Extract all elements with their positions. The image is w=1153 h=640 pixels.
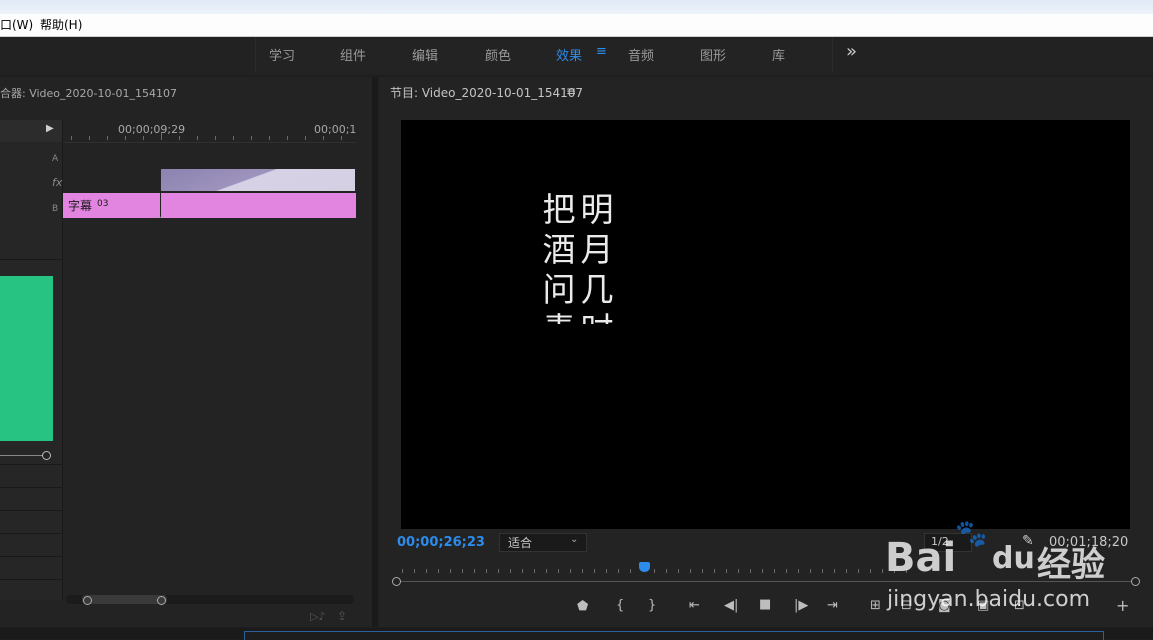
tab-color[interactable]: 颜色 [485,45,511,64]
program-playhead[interactable] [639,562,650,572]
poem-char: 明 [580,190,614,229]
watermark-brand-cn: 经验 [1037,545,1105,585]
fx-icon: fx [52,176,63,189]
watermark-brand-right: du [992,541,1035,576]
workspace-tabs: 学习 组件 编辑 颜色 效果 ≡ 音频 图形 库 [255,37,833,73]
clip-number: 03 [97,199,109,209]
source-panel: 合器: Video_2020-10-01_154107 ▶ 00;00;09;2… [0,77,372,627]
source-panel-title[interactable]: 合器: Video_2020-10-01_154107 [0,85,177,101]
paw-icon: 🐾 [955,519,988,549]
poem-char: 时 [579,310,615,324]
program-panel-title[interactable]: 节目: Video_2020-10-01_154107 [390,84,583,101]
program-menu-icon[interactable]: ≡ [566,84,576,98]
title-clip[interactable]: 字幕 03 [63,193,356,221]
program-video-frame[interactable]: 把 酒 问 青 明 月 几 时 [401,120,1130,529]
zoom-select[interactable]: 适合 ⌄ [499,533,587,552]
poem-char: 月 [580,230,614,269]
zoom-select-value: 适合 [508,536,533,550]
playhead-caret-icon[interactable]: ^ [155,215,163,225]
ruler-timecode-1: 00;00;09;29 [118,123,186,136]
lift-icon[interactable]: ⊞ [870,598,881,613]
color-preview-swatch [0,276,53,441]
overflow-icon[interactable]: » [846,41,857,62]
mark-in-icon[interactable]: { [616,598,624,613]
scrollbar-handle-right[interactable] [157,596,166,605]
workspace-bar: 学习 组件 编辑 颜色 效果 ≡ 音频 图形 库 » [0,37,1153,75]
poem-column-2: 明 月 几 时 [579,190,615,324]
current-timecode[interactable]: 00;00;26;23 [397,535,485,550]
watermark-logo: Bai 🐾 du 经验 jingyan.baidu.com [885,517,1145,617]
add-marker-icon[interactable]: ⬟ [577,599,588,614]
poem-char: 把 [542,190,576,229]
go-to-out-icon[interactable]: ⇥ [827,598,838,613]
slider-track [0,455,44,456]
go-to-in-icon[interactable]: ⇤ [689,598,700,613]
clip-label: 字幕 [68,199,93,213]
step-forward-icon[interactable]: |▶ [794,598,808,613]
watermark-url: jingyan.baidu.com [887,587,1091,612]
tab-effects[interactable]: 效果 [556,45,582,64]
slider-handle[interactable] [42,451,51,460]
stop-icon[interactable]: ■ [759,597,771,612]
poem-char: 酒 [542,230,576,269]
bottom-panel-strip [0,628,1153,640]
menu-window[interactable]: 口(W) [0,16,33,33]
step-back-icon[interactable]: ◀| [724,598,738,613]
chevron-down-icon: ⌄ [570,534,579,545]
transition-bar[interactable] [161,169,355,191]
audio-play-icon[interactable]: ▷♪ [310,610,325,623]
poem-char: 问 [542,270,576,309]
poem-char: 几 [580,270,614,309]
expand-arrow-icon[interactable]: ▶ [46,123,54,134]
tab-editing[interactable]: 编辑 [412,45,438,64]
tab-learn[interactable]: 学习 [269,45,295,64]
tab-audio[interactable]: 音频 [628,45,654,64]
scrollbar-handle-left[interactable] [83,596,92,605]
mark-out-icon[interactable]: } [648,598,656,613]
mini-ruler[interactable]: 00;00;09;29 00;00;1 [63,120,356,143]
zoom-scrollbar-thumb[interactable] [82,595,167,604]
ruler-timecode-2: 00;00;1 [314,123,357,136]
export-icon[interactable]: ⇪ [337,609,347,623]
tab-graphics[interactable]: 图形 [700,45,726,64]
track-a-label: A [52,154,59,164]
poem-column-1: 把 酒 问 青 [541,190,577,324]
title-strip [0,0,1153,14]
watermark-brand-left: Bai [885,535,957,581]
track-b-label: B [52,204,59,214]
zoom-handle-left[interactable] [392,577,401,586]
tab-assembly[interactable]: 组件 [340,45,366,64]
menu-help[interactable]: 帮助(H) [40,16,82,33]
tab-libraries[interactable]: 库 [772,45,785,64]
subtitle-poem: 把 酒 问 青 明 月 几 时 [541,190,621,324]
menu-bar: 口(W) 帮助(H) [0,0,1153,37]
poem-char: 青 [541,310,577,324]
tab-effects-menu-icon[interactable]: ≡ [596,44,607,59]
